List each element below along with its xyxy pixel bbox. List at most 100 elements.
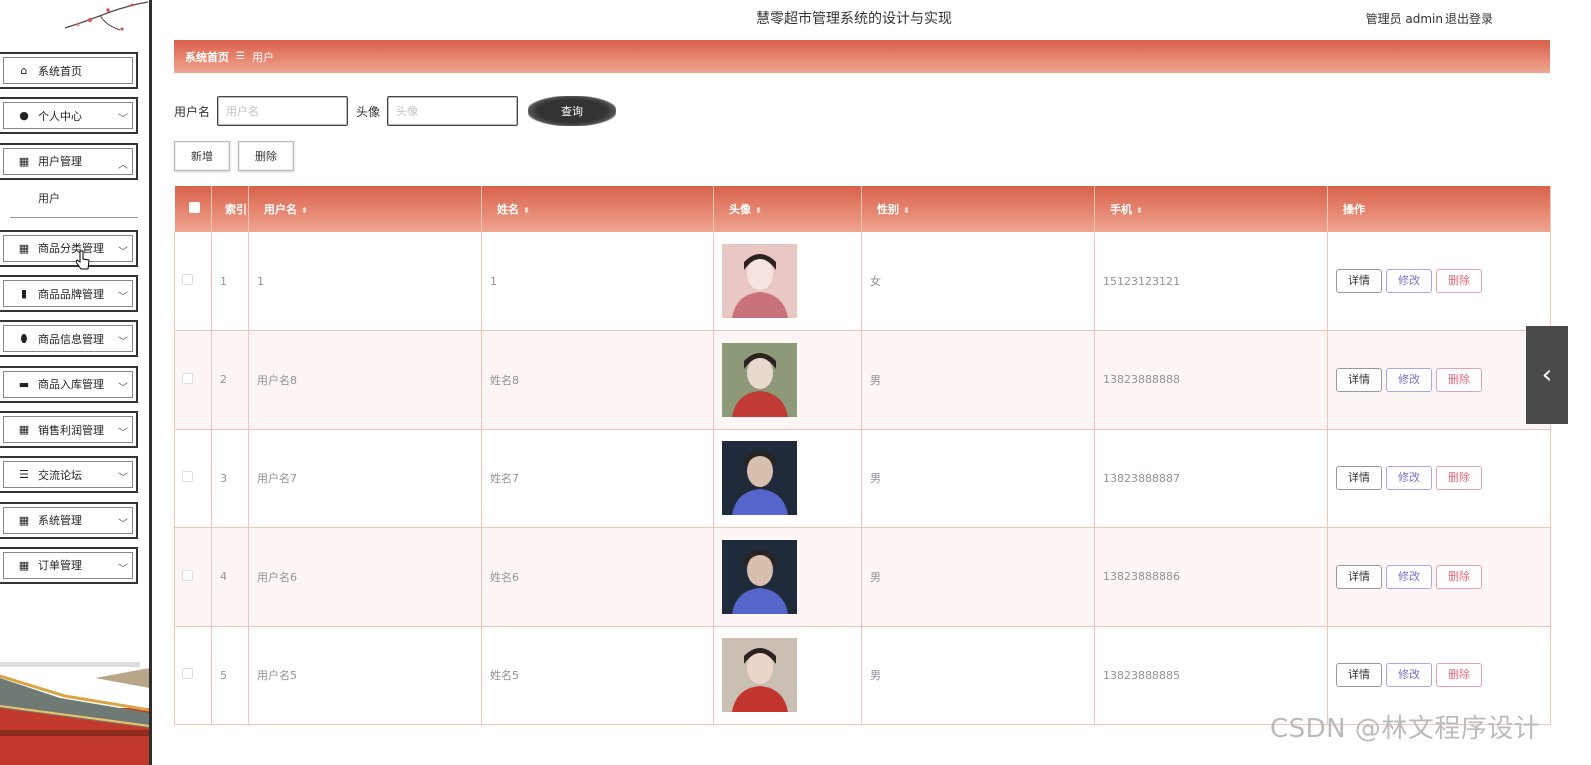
delete-button[interactable]: 删除 [1436, 367, 1482, 392]
sidebar-item-5[interactable]: ⬮ 商品信息管理 ﹀ [0, 320, 138, 358]
sidebar-item-label: 商品分类管理 [38, 242, 104, 256]
detail-button[interactable]: 详情 [1336, 466, 1382, 491]
search-form: 用户名 头像 查询 [174, 96, 617, 126]
row-checkbox[interactable] [182, 274, 193, 285]
sidebar-item-0[interactable]: ⌂ 系统首页 [0, 52, 138, 89]
grid-icon: ▦ [18, 558, 30, 572]
sidebar-divider [0, 662, 140, 667]
delete-button[interactable]: 删除 [1436, 269, 1482, 293]
column-header-username[interactable]: 用户名 ⬍ [248, 186, 482, 232]
chevron-icon: ﹀ [118, 246, 128, 258]
sidebar-item-label: 个人中心 [38, 109, 82, 123]
home-icon: ⌂ [20, 64, 28, 77]
row-select-cell [174, 330, 212, 430]
actions-cell: 详情 修改 删除 [1327, 527, 1551, 627]
sidebar-item-2[interactable]: ▦ 用户管理 ︿ [0, 142, 138, 180]
row-select-cell [174, 626, 212, 725]
phone-cell: 13823888888 [1094, 330, 1328, 430]
delete-button[interactable]: 删除 [1436, 564, 1482, 589]
edit-button[interactable]: 修改 [1386, 663, 1432, 688]
sort-icon: ⬍ [523, 206, 530, 215]
sidebar-subitem-user[interactable]: 用户 [10, 184, 138, 218]
index-cell: 5 [211, 626, 249, 725]
edit-button[interactable]: 修改 [1386, 269, 1432, 293]
collapse-panel-button[interactable]: ‹ [1526, 326, 1568, 424]
sidebar-item-10[interactable]: ▦ 订单管理 ﹀ [0, 546, 138, 584]
column-header-phone[interactable]: 手机 ⬍ [1094, 186, 1328, 232]
edit-button[interactable]: 修改 [1386, 466, 1432, 491]
avatar-cell [713, 626, 862, 725]
username-search-input[interactable] [217, 96, 349, 126]
edit-button[interactable]: 修改 [1386, 564, 1432, 589]
chevron-icon: ﹀ [118, 114, 128, 126]
grid-icon: ▦ [18, 423, 30, 437]
detail-button[interactable]: 详情 [1336, 367, 1382, 392]
user-icon: ● [19, 109, 29, 123]
column-header-avatar[interactable]: 头像 ⬍ [713, 186, 862, 232]
username-cell: 1 [248, 232, 482, 331]
sort-icon: ⬍ [1136, 206, 1143, 215]
index-cell: 4 [211, 527, 249, 627]
username-cell: 用户名7 [248, 429, 482, 528]
username-cell: 用户名5 [248, 626, 482, 725]
gender-cell: 女 [861, 232, 1095, 331]
column-header-gender[interactable]: 性别 ⬍ [861, 186, 1095, 232]
sidebar-item-9[interactable]: ▦ 系统管理 ﹀ [0, 501, 138, 539]
detail-button[interactable]: 详情 [1336, 269, 1382, 293]
phone-cell: 13823888887 [1094, 429, 1328, 528]
row-checkbox[interactable] [182, 569, 193, 581]
query-button[interactable]: 查询 [528, 96, 617, 126]
delete-button[interactable]: 删除 [1436, 466, 1482, 491]
actions-cell: 详情 修改 删除 [1327, 429, 1551, 528]
row-checkbox[interactable] [182, 471, 193, 483]
table-body: 1 1 1 女 15123123121 详情 修改 删除 2 用户名8 姓名8 男 1382388888… [174, 232, 1551, 725]
gender-cell: 男 [861, 429, 1095, 528]
row-checkbox[interactable] [182, 668, 193, 680]
chevron-icon: ﹀ [118, 292, 128, 304]
breadcrumb: 系统首页 ☰ 用户 [174, 40, 1550, 73]
select-all-checkbox[interactable] [188, 202, 200, 213]
avatar-search-input[interactable] [387, 96, 519, 126]
table-header-row: 索引 用户名 ⬍ 姓名 ⬍ 头像 ⬍ 性别 ⬍ 手机 ⬍ 操作 [174, 186, 1551, 232]
sort-icon: ⬍ [755, 206, 762, 215]
palace-roof-illustration [0, 668, 149, 765]
chevron-icon: ︿ [118, 159, 128, 171]
name-cell: 姓名8 [481, 330, 714, 430]
name-cell: 1 [481, 232, 714, 331]
detail-button[interactable]: 详情 [1336, 663, 1382, 688]
breadcrumb-current: 用户 [251, 50, 274, 64]
avatar-image [722, 342, 797, 417]
avatar-image [722, 539, 797, 614]
name-cell: 姓名5 [481, 626, 714, 725]
add-button[interactable]: 新增 [174, 141, 230, 171]
column-header-name[interactable]: 姓名 ⬍ [481, 186, 714, 232]
gender-cell: 男 [861, 527, 1095, 627]
bulk-delete-button[interactable]: 删除 [238, 141, 294, 171]
mouse-pointer-icon [76, 250, 90, 270]
row-select-cell [174, 232, 212, 331]
delete-button[interactable]: 删除 [1436, 663, 1482, 688]
edit-button[interactable]: 修改 [1386, 367, 1432, 392]
sidebar-item-label: 商品品牌管理 [38, 287, 104, 301]
sidebar-item-label: 系统首页 [38, 64, 82, 78]
chat-icon: ▬ [18, 377, 30, 391]
sort-icon: ⬍ [301, 206, 308, 215]
sidebar-item-8[interactable]: ☰ 交流论坛 ﹀ [0, 456, 138, 494]
name-cell: 姓名6 [481, 527, 714, 627]
row-checkbox[interactable] [182, 372, 193, 384]
detail-button[interactable]: 详情 [1336, 564, 1382, 589]
logout-link[interactable]: 退出登录 [1445, 10, 1493, 27]
sidebar-item-label: 系统管理 [38, 514, 82, 528]
sidebar-item-1[interactable]: ● 个人中心 ﹀ [0, 97, 138, 135]
sidebar-item-3[interactable]: ▦ 商品分类管理 ﹀ [0, 229, 138, 267]
index-cell: 1 [211, 232, 249, 331]
avatar-cell [713, 330, 862, 430]
admin-user-label: 管理员 admin [1365, 12, 1443, 26]
sidebar-item-6[interactable]: ▬ 商品入库管理 ﹀ [0, 365, 138, 403]
sidebar-item-4[interactable]: ▮ 商品品牌管理 ﹀ [0, 275, 138, 313]
sidebar-item-label: 用户管理 [38, 155, 82, 169]
table-row: 4 用户名6 姓名6 男 13823888886 详情 修改 删除 [174, 527, 1551, 627]
gender-cell: 男 [861, 330, 1095, 430]
breadcrumb-home[interactable]: 系统首页 [185, 49, 229, 65]
sidebar-item-7[interactable]: ▦ 销售利润管理 ﹀ [0, 411, 138, 449]
